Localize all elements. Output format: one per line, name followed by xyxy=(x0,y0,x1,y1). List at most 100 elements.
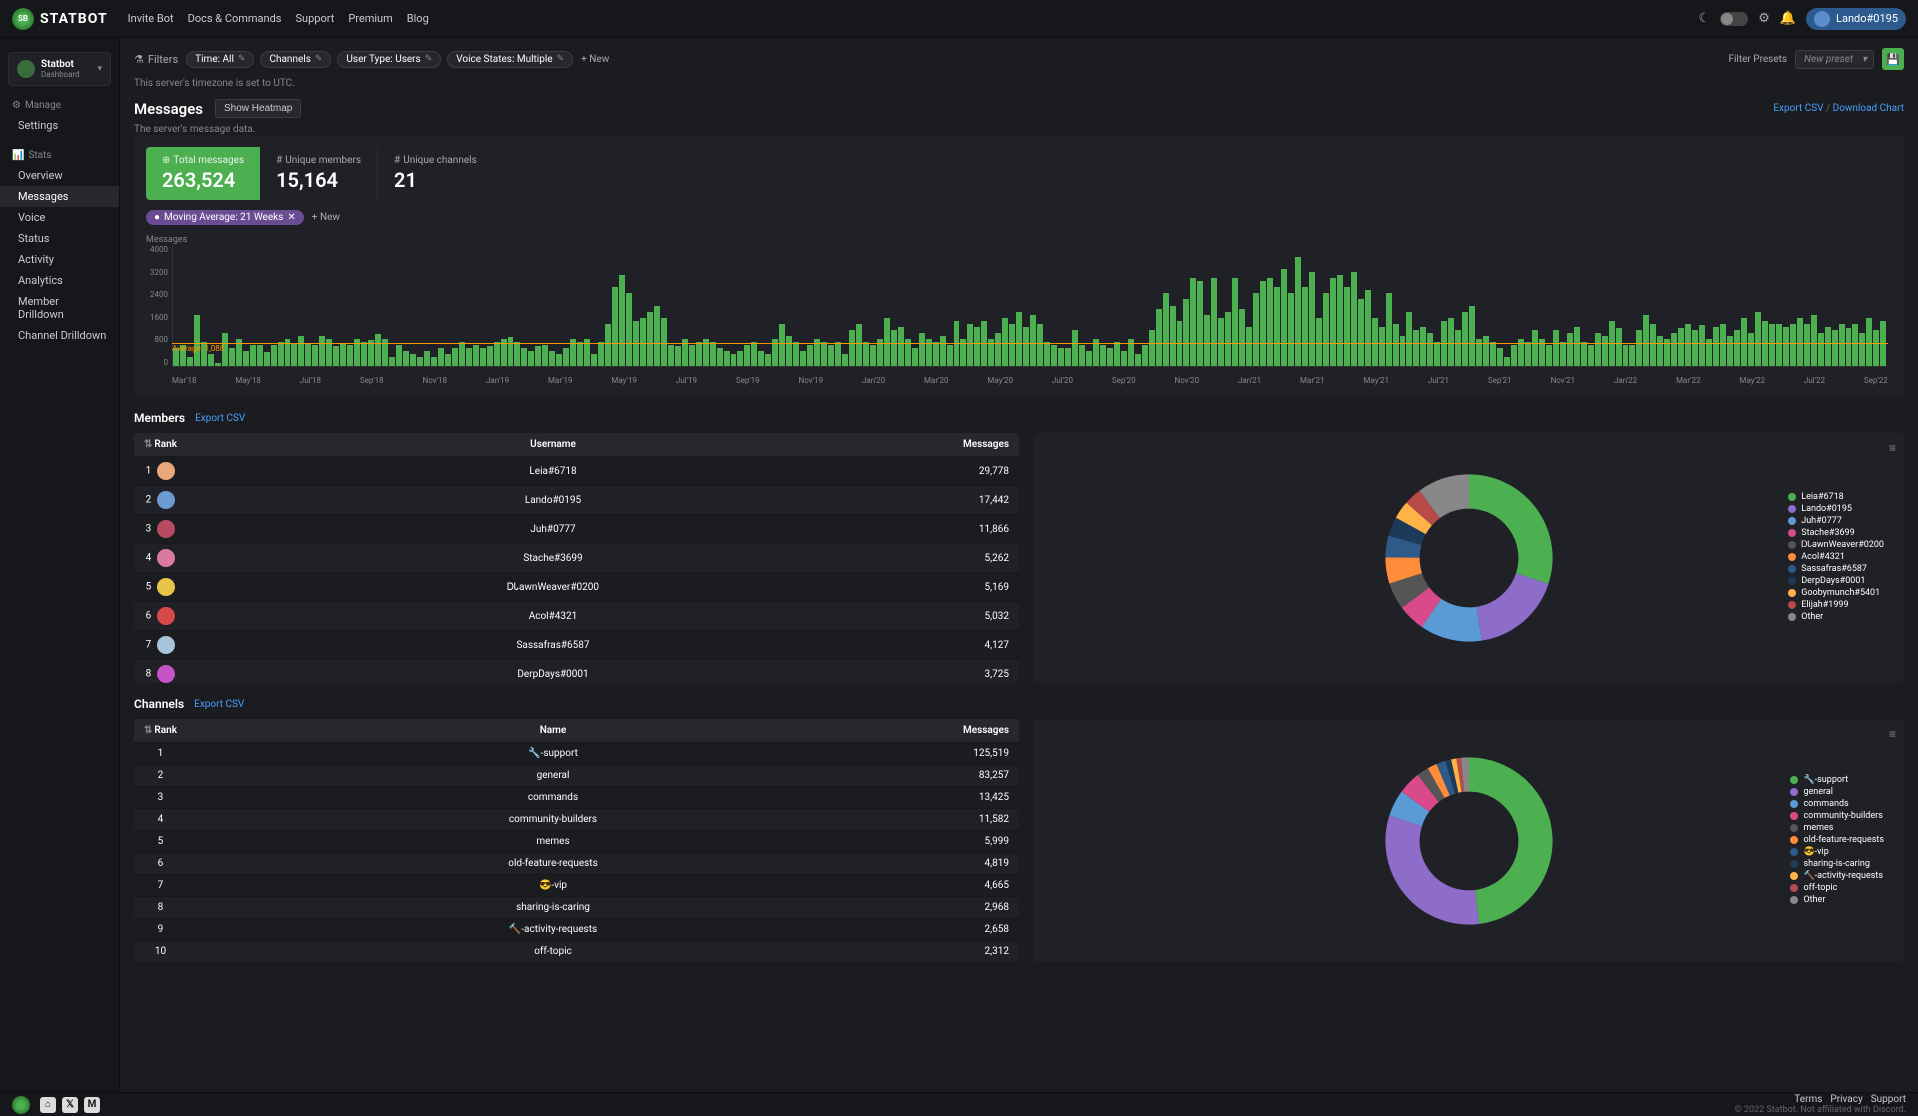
legend-item: general xyxy=(1790,787,1884,797)
stat-unique-channels[interactable]: #Unique channels21 xyxy=(378,147,493,200)
legend-item: Lando#0195 xyxy=(1788,504,1884,514)
channels-export-link[interactable]: Export CSV xyxy=(194,699,244,710)
sidebar-item-activity[interactable]: Activity xyxy=(0,249,119,270)
edit-icon[interactable]: ✎ xyxy=(315,54,323,64)
table-row[interactable]: 1Leia#671829,778 xyxy=(134,457,1019,486)
sidebar: Statbot Dashboard ▾ ⚙Manage Settings 📊St… xyxy=(0,38,120,1092)
sidebar-item-voice[interactable]: Voice xyxy=(0,207,119,228)
user-chip[interactable]: Lando#0195 xyxy=(1806,8,1906,30)
table-row[interactable]: 9🔨-activity-requests2,658 xyxy=(134,919,1019,941)
sidebar-item-analytics[interactable]: Analytics xyxy=(0,270,119,291)
nav-premium[interactable]: Premium xyxy=(348,12,392,25)
sidebar-item-messages[interactable]: Messages xyxy=(0,186,119,207)
table-row[interactable]: 3Juh#077711,866 xyxy=(134,515,1019,544)
table-row[interactable]: 4community-builders11,582 xyxy=(134,809,1019,831)
page-title: Messages xyxy=(134,100,203,118)
edit-icon[interactable]: ✎ xyxy=(425,54,433,64)
gear-icon[interactable]: ⚙ xyxy=(1758,11,1770,26)
filter-chip[interactable]: Voice States: Multiple ✎ xyxy=(447,51,573,68)
topbar-right: ☾ ⚙ 🔔 Lando#0195 xyxy=(1699,8,1906,30)
col-username[interactable]: Username xyxy=(187,433,919,457)
bell-icon[interactable]: 🔔 xyxy=(1780,11,1796,26)
sidebar-item-overview[interactable]: Overview xyxy=(0,165,119,186)
footer: ⌂ 𝕏 M TermsPrivacySupport © 2022 Statbot… xyxy=(0,1092,1918,1116)
medium-icon[interactable]: M xyxy=(84,1097,100,1113)
sidebar-item-settings[interactable]: Settings xyxy=(0,115,119,136)
server-name: Statbot xyxy=(41,59,80,70)
nav-blog[interactable]: Blog xyxy=(407,12,429,25)
topbar: SB STATBOT Invite Bot Docs & Commands Supp… xyxy=(0,0,1918,38)
chevron-down-icon: ▾ xyxy=(1862,54,1867,65)
sidebar-item-status[interactable]: Status xyxy=(0,228,119,249)
table-row[interactable]: 5ᎠᏓawnWeaver#02005,169 xyxy=(134,573,1019,602)
table-row[interactable]: 4Stache#36995,262 xyxy=(134,544,1019,573)
col-rank[interactable]: ⇅Rank xyxy=(134,433,187,457)
table-row[interactable]: 1🔧-support125,519 xyxy=(134,743,1019,765)
save-preset-button[interactable]: 💾 xyxy=(1882,48,1904,70)
close-icon[interactable]: ✕ xyxy=(287,212,295,223)
table-row[interactable]: 6old-feature-requests4,819 xyxy=(134,853,1019,875)
footer-link-privacy[interactable]: Privacy xyxy=(1830,1094,1862,1105)
sidebar-item-channel-drilldown[interactable]: Channel Drilldown xyxy=(0,325,119,346)
messages-bar-chart: Messages 40003200240016008000 Average: 1… xyxy=(146,235,1892,385)
server-sub: Dashboard xyxy=(41,70,80,79)
brand-text: STATBOT xyxy=(40,11,108,27)
filter-chip[interactable]: Channels ✎ xyxy=(260,51,331,68)
chart-icon: 📊 xyxy=(12,150,24,161)
table-row[interactable]: 7😎-vip4,665 xyxy=(134,875,1019,897)
table-row[interactable]: 5memes5,999 xyxy=(134,831,1019,853)
col-messages[interactable]: Messages xyxy=(919,433,1019,457)
user-name: Lando#0195 xyxy=(1836,12,1898,25)
members-table: ⇅Rank Username Messages 1Leia#671829,778… xyxy=(134,433,1019,683)
logo[interactable]: SB STATBOT xyxy=(12,8,108,30)
footer-link-support[interactable]: Support xyxy=(1871,1094,1906,1105)
plus-icon: ⊕ xyxy=(162,155,170,166)
preset-select[interactable]: New preset▾ xyxy=(1795,50,1874,69)
sidebar-item-member-drilldown[interactable]: Member Drilldown xyxy=(0,291,119,325)
filter-chip[interactable]: User Type: Users ✎ xyxy=(337,51,441,68)
moving-average-chip[interactable]: ● Moving Average: 21 Weeks ✕ xyxy=(146,210,304,225)
filters-row: ⚗Filters Time: All ✎Channels ✎User Type:… xyxy=(134,48,1904,70)
legend-item: Stache#3699 xyxy=(1788,528,1884,538)
discord-icon[interactable]: ⌂ xyxy=(40,1097,56,1113)
stat-total-messages[interactable]: ⊕Total messages263,524 xyxy=(146,147,260,200)
twitter-icon[interactable]: 𝕏 xyxy=(62,1097,78,1113)
download-chart-link[interactable]: Download Chart xyxy=(1833,103,1904,114)
channels-section-title: Channels xyxy=(134,697,184,711)
legend-item: Elijah#1999 xyxy=(1788,600,1884,610)
export-csv-link[interactable]: Export CSV xyxy=(1773,103,1823,114)
avatar xyxy=(1814,11,1830,27)
table-row[interactable]: 6Acol#43215,032 xyxy=(134,602,1019,631)
nav-invite-bot[interactable]: Invite Bot xyxy=(128,12,174,25)
table-row[interactable]: 7Sassafras#65874,127 xyxy=(134,631,1019,660)
members-export-link[interactable]: Export CSV xyxy=(195,413,245,424)
legend-item: community-builders xyxy=(1790,811,1884,821)
table-row[interactable]: 8sharing-is-caring2,968 xyxy=(134,897,1019,919)
edit-icon[interactable]: ✎ xyxy=(557,54,565,64)
col-messages[interactable]: Messages xyxy=(919,719,1019,743)
menu-icon[interactable]: ≡ xyxy=(1889,727,1896,741)
footer-social: ⌂ 𝕏 M xyxy=(40,1097,100,1113)
legend-item: Acol#4321 xyxy=(1788,552,1884,562)
show-heatmap-button[interactable]: Show Heatmap xyxy=(215,99,301,118)
col-rank[interactable]: ⇅Rank xyxy=(134,719,187,743)
theme-toggle[interactable] xyxy=(1720,12,1748,26)
stat-unique-members[interactable]: #Unique members15,164 xyxy=(260,147,378,200)
new-chart-filter-button[interactable]: + New xyxy=(312,212,340,223)
edit-icon[interactable]: ✎ xyxy=(238,54,246,64)
table-row[interactable]: 3commands13,425 xyxy=(134,787,1019,809)
table-row[interactable]: 2Lando#019517,442 xyxy=(134,486,1019,515)
table-row[interactable]: 2general83,257 xyxy=(134,765,1019,787)
menu-icon[interactable]: ≡ xyxy=(1889,441,1896,455)
col-name[interactable]: Name xyxy=(187,719,919,743)
table-row[interactable]: 8DerpDays#00013,725 xyxy=(134,660,1019,684)
nav-docs-commands[interactable]: Docs & Commands xyxy=(188,12,282,25)
server-selector[interactable]: Statbot Dashboard ▾ xyxy=(8,52,111,86)
nav-support[interactable]: Support xyxy=(296,12,335,25)
footer-link-terms[interactable]: Terms xyxy=(1794,1094,1822,1105)
members-section-title: Members xyxy=(134,411,185,425)
new-filter-button[interactable]: + New xyxy=(581,54,609,65)
legend-item: Leia#6718 xyxy=(1788,492,1884,502)
table-row[interactable]: 10off-topic2,312 xyxy=(134,941,1019,963)
filter-chip[interactable]: Time: All ✎ xyxy=(186,51,254,68)
